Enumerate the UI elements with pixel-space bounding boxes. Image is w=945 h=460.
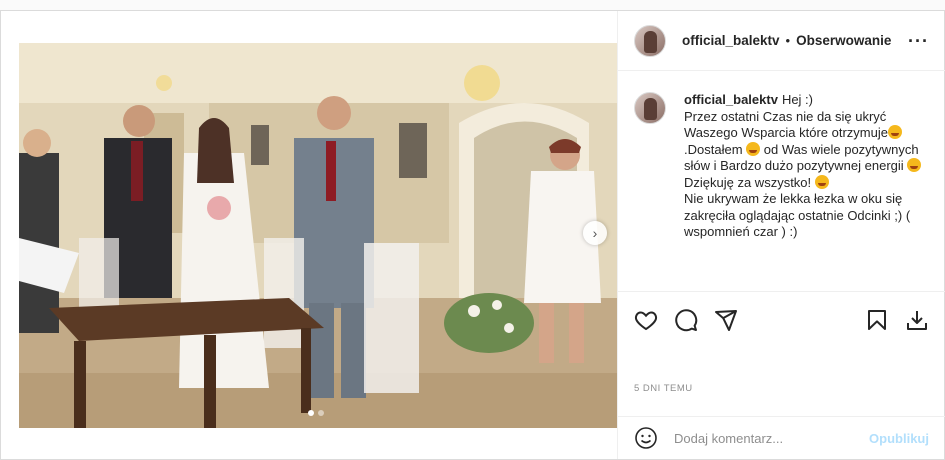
caption-username[interactable]: official_balektv: [684, 92, 778, 107]
chevron-right-icon: ›: [592, 225, 598, 241]
wedding-ceremony-photo: [19, 43, 617, 428]
share-button[interactable]: [706, 300, 746, 340]
post-date[interactable]: 5 DNI TEMU: [634, 383, 693, 394]
more-options-icon[interactable]: ···: [908, 32, 929, 50]
smiling-face-hearts-emoji-icon: [907, 158, 922, 172]
comment-button[interactable]: [666, 300, 706, 340]
post-sidebar: official_balektv • Obserwowanie ··· offi…: [617, 11, 945, 459]
smiling-face-hearts-emoji-icon: [887, 125, 902, 139]
smiley-icon[interactable]: [634, 426, 658, 450]
carousel-dot-2: [318, 410, 324, 416]
caption-line-3: .Dostałem: [684, 141, 743, 157]
heart-icon: [634, 310, 658, 330]
post-caption: official_balektv Hej :) Przez ostatni Cza…: [634, 92, 929, 241]
header-separator: •: [785, 33, 791, 48]
caption-line-4: Dziękuję za wszystko!: [684, 174, 812, 190]
comment-input[interactable]: [674, 430, 870, 446]
like-button[interactable]: [626, 300, 666, 340]
post-actions: [618, 291, 945, 347]
caption-line-2: Przez ostatni Czas nie da się ukryć Wasz…: [684, 108, 888, 141]
download-icon: [907, 310, 927, 330]
instagram-post: › official_balektv • Obserwowanie ··· of…: [0, 10, 945, 460]
follow-status-button[interactable]: Obserwowanie: [796, 33, 891, 48]
carousel-dot-1: [308, 410, 314, 416]
download-button[interactable]: [897, 300, 937, 340]
author-username[interactable]: official_balektv: [682, 33, 780, 48]
carousel-indicator: [308, 410, 324, 416]
author-avatar[interactable]: [634, 24, 666, 57]
caption-line-1: Hej :): [781, 92, 813, 107]
post-photo[interactable]: ›: [19, 43, 617, 428]
carousel-next-button[interactable]: ›: [583, 221, 607, 245]
bookmark-icon: [868, 309, 886, 330]
smiling-face-hearts-emoji-icon: [746, 141, 761, 156]
comment-bar: Opublikuj: [618, 416, 945, 459]
smiling-face-hearts-emoji-icon: [814, 174, 829, 189]
comment-bubble-icon: [675, 308, 698, 331]
post-header: official_balektv • Obserwowanie ···: [618, 11, 945, 71]
caption-text: official_balektv Hej :) Przez ostatni Cza…: [684, 92, 929, 241]
caption-line-5: Nie ukrywam że lekka łezka w oku się zak…: [684, 191, 911, 239]
save-button[interactable]: [857, 300, 897, 340]
caption-avatar[interactable]: [634, 92, 666, 124]
publish-button[interactable]: Opublikuj: [869, 431, 929, 446]
paper-plane-icon: [715, 309, 737, 331]
